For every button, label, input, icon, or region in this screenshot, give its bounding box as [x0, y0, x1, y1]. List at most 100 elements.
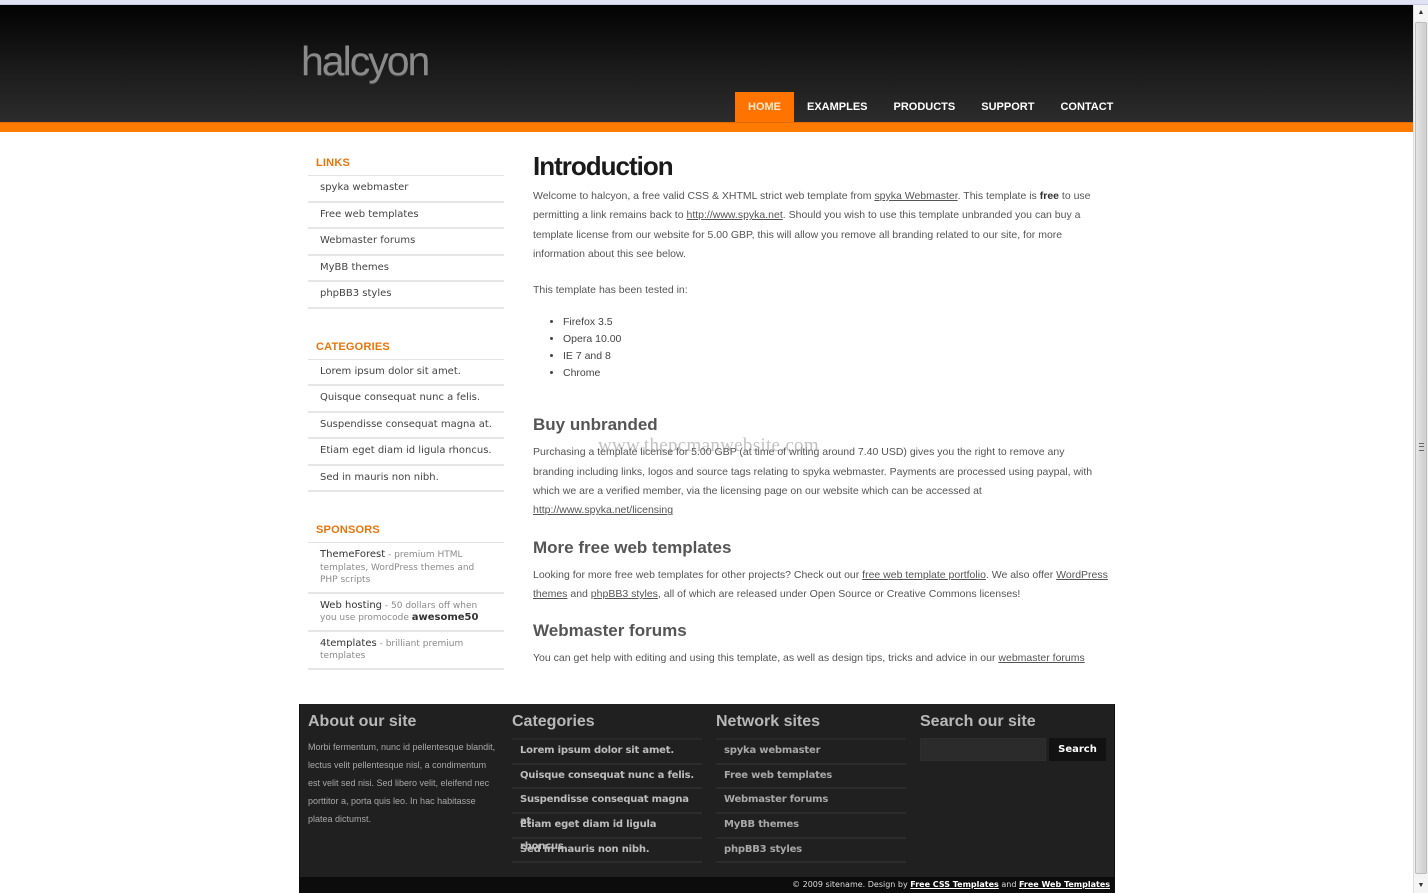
- search-form: Search: [920, 738, 1110, 761]
- scrollbar-thumb[interactable]: [1415, 22, 1427, 874]
- intro-title: Introduction: [533, 151, 674, 181]
- sponsor-item[interactable]: 4templates - brilliant premium templates: [308, 632, 504, 670]
- unbranded-title: Buy unbranded: [533, 415, 658, 435]
- sponsor-name[interactable]: Web hosting: [320, 600, 382, 611]
- footer-network-link[interactable]: MyBB themes: [716, 814, 906, 839]
- free-web-templates-link[interactable]: Free Web Templates: [1019, 880, 1110, 889]
- nav-contact[interactable]: CONTACT: [1047, 92, 1126, 122]
- browser-item: Firefox 3.5: [563, 314, 1108, 331]
- footer-category-link[interactable]: Etiam eget diam id ligula rhoncus.: [512, 814, 702, 852]
- page-viewport: halcyon HOME EXAMPLES PRODUCTS SUPPORT C…: [0, 5, 1413, 893]
- sponsor-name[interactable]: 4templates: [320, 638, 377, 649]
- browser-item: IE 7 and 8: [563, 348, 1108, 365]
- intro-bold-free: free: [1039, 190, 1059, 202]
- footer-network-link[interactable]: Webmaster forums: [716, 789, 906, 815]
- browser-list: Firefox 3.5 Opera 10.00 IE 7 and 8 Chrom…: [563, 314, 1108, 382]
- scroll-up-arrow-icon[interactable]: ▲: [1414, 5, 1428, 20]
- more-templates-title: More free web templates: [533, 537, 732, 557]
- footer-category-link[interactable]: Quisque consequat nunc a felis.: [512, 765, 702, 790]
- sidebar-sponsors: SPONSORS ThemeForest - premium HTML temp…: [308, 522, 504, 670]
- site-header: halcyon HOME EXAMPLES PRODUCTS SUPPORT C…: [0, 5, 1413, 122]
- sidebar-category[interactable]: Sed in mauris non nibh.: [308, 466, 504, 492]
- licensing-link[interactable]: http://www.spyka.net/licensing: [533, 504, 673, 516]
- footer-network-link[interactable]: spyka webmaster: [716, 740, 906, 765]
- header-accent-bar: [0, 122, 1413, 132]
- footer-category-link[interactable]: Suspendisse consequat magna at.: [512, 789, 702, 827]
- nav-support[interactable]: SUPPORT: [968, 92, 1047, 122]
- more-templates-paragraph: Looking for more free web templates for …: [533, 566, 1108, 605]
- sidebar-category[interactable]: Lorem ipsum dolor sit amet.: [308, 360, 504, 386]
- sidebar: LINKS spyka webmaster Free web templates…: [308, 155, 504, 700]
- footer-network-link[interactable]: Free web templates: [716, 765, 906, 790]
- footer-about: About our site Morbi fermentum, nunc id …: [308, 712, 498, 828]
- spyka-url-link[interactable]: http://www.spyka.net: [686, 209, 782, 221]
- sidebar-link[interactable]: Free web templates: [308, 203, 504, 229]
- sponsor-promocode: awesome50: [411, 612, 479, 623]
- footer-network-link[interactable]: phpBB3 styles: [716, 839, 906, 864]
- sidebar-categories: CATEGORIES Lorem ipsum dolor sit amet. Q…: [308, 339, 504, 492]
- footer-about-title: About our site: [308, 713, 417, 730]
- footer-categories-title: Categories: [512, 713, 595, 730]
- scrollbar-grip-icon: [1419, 443, 1424, 451]
- sidebar-links: LINKS spyka webmaster Free web templates…: [308, 155, 504, 309]
- sidebar-link[interactable]: MyBB themes: [308, 256, 504, 282]
- free-css-templates-link[interactable]: Free CSS Templates: [910, 880, 999, 889]
- footer-category-link[interactable]: Sed in mauris non nibh.: [512, 839, 702, 864]
- more-text: Looking for more free web templates for …: [533, 568, 863, 581]
- browser-item: Opera 10.00: [563, 331, 1108, 348]
- sidebar-category[interactable]: Suspendisse consequat magna at.: [308, 413, 504, 439]
- forums-text: You can get help with editing and using …: [533, 652, 999, 665]
- site-logo[interactable]: halcyon: [301, 38, 430, 85]
- webmaster-forums-link[interactable]: webmaster forums: [998, 652, 1084, 664]
- footer-category-link[interactable]: Lorem ipsum dolor sit amet.: [512, 740, 702, 765]
- spyka-webmaster-link[interactable]: spyka Webmaster: [874, 190, 957, 202]
- browser-item: Chrome: [563, 365, 1108, 382]
- sidebar-sponsors-title: SPONSORS: [316, 524, 380, 536]
- footer-categories: Categories Lorem ipsum dolor sit amet. Q…: [512, 712, 702, 864]
- scroll-down-arrow-icon[interactable]: ▼: [1414, 878, 1428, 893]
- sponsor-item[interactable]: Web hosting - 50 dollars off when you us…: [308, 594, 504, 632]
- more-text: and: [567, 587, 591, 600]
- unbranded-text: Purchasing a template license for 5.00 G…: [533, 446, 1093, 498]
- sidebar-category[interactable]: Etiam eget diam id ligula rhoncus.: [308, 439, 504, 466]
- sponsor-sep: -: [376, 638, 386, 649]
- sponsor-item[interactable]: ThemeForest - premium HTML templates, Wo…: [308, 543, 504, 594]
- sponsor-sep: -: [385, 550, 395, 560]
- copyright: © 2009 sitename. Design by Free CSS Temp…: [792, 880, 1110, 889]
- sidebar-link[interactable]: Webmaster forums: [308, 229, 504, 256]
- search-input[interactable]: [920, 738, 1046, 761]
- vertical-scrollbar[interactable]: ▲ ▼: [1413, 5, 1428, 893]
- footer-search: Search our site Search: [920, 712, 1110, 761]
- sidebar-category[interactable]: Quisque consequat nunc a felis.: [308, 386, 504, 413]
- sponsor-sep: -: [382, 600, 392, 611]
- sidebar-link[interactable]: phpBB3 styles: [308, 282, 504, 309]
- nav-examples[interactable]: EXAMPLES: [794, 92, 881, 122]
- footer-search-title: Search our site: [920, 713, 1036, 730]
- more-text: , all of which are released under Open S…: [657, 587, 1021, 600]
- search-button[interactable]: Search: [1049, 738, 1106, 761]
- main-nav: HOME EXAMPLES PRODUCTS SUPPORT CONTACT: [735, 92, 1126, 122]
- tested-label: This template has been tested in:: [533, 284, 688, 297]
- forums-title: Webmaster forums: [533, 621, 687, 641]
- main-content: Introduction Welcome to halcyon, a free …: [533, 150, 1108, 669]
- footer-about-text: Morbi fermentum, nunc id pellentesque bl…: [308, 742, 496, 824]
- copyright-and: and: [998, 880, 1019, 889]
- nav-products[interactable]: PRODUCTS: [881, 92, 969, 122]
- footer-network-title: Network sites: [716, 713, 821, 730]
- sponsor-name[interactable]: ThemeForest: [320, 549, 385, 560]
- more-text: . We also offer: [985, 568, 1057, 581]
- phpbb3-styles-link[interactable]: phpBB3 styles: [591, 588, 658, 600]
- sidebar-categories-title: CATEGORIES: [316, 340, 390, 353]
- portfolio-link[interactable]: free web template portfolio: [862, 569, 986, 581]
- site-footer: About our site Morbi fermentum, nunc id …: [299, 704, 1115, 893]
- copyright-text: © 2009 sitename. Design by: [792, 880, 911, 889]
- unbranded-paragraph: Purchasing a template license for 5.00 G…: [533, 443, 1108, 520]
- intro-text: Welcome to halcyon, a free valid CSS & X…: [533, 190, 875, 202]
- sidebar-link[interactable]: spyka webmaster: [308, 176, 504, 203]
- intro-paragraph: Welcome to halcyon, a free valid CSS & X…: [533, 187, 1108, 264]
- forums-paragraph: You can get help with editing and using …: [533, 649, 1108, 668]
- intro-text: . This template is: [957, 190, 1040, 202]
- footer-network: Network sites spyka webmaster Free web t…: [716, 712, 906, 864]
- sidebar-links-title: LINKS: [316, 157, 350, 169]
- nav-home[interactable]: HOME: [735, 92, 794, 122]
